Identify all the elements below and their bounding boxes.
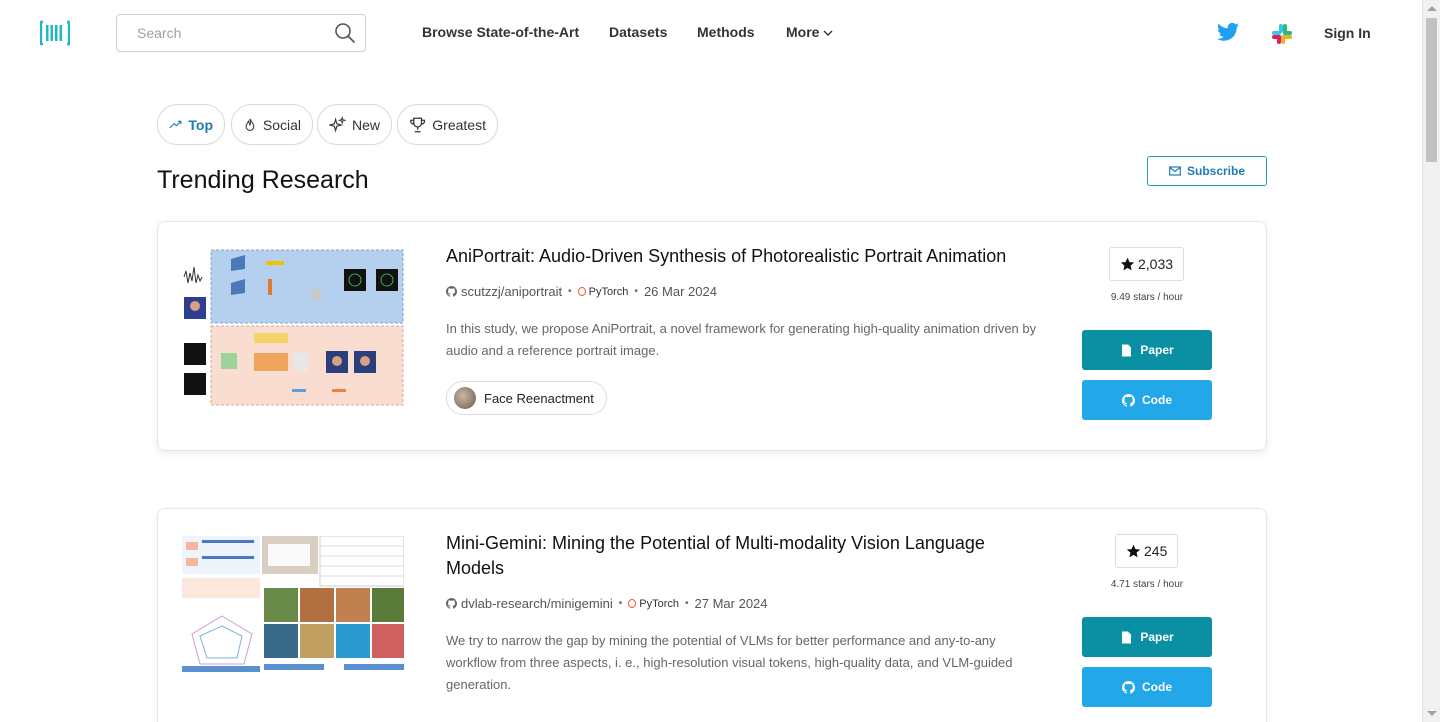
- sparkles-icon: [329, 115, 346, 133]
- subscribe-label: Subscribe: [1186, 164, 1246, 178]
- code-button-label: Code: [1142, 393, 1172, 407]
- filter-new[interactable]: New: [317, 104, 392, 145]
- paper-card: AniPortrait: Audio-Driven Synthesis of P…: [157, 221, 1267, 451]
- scroll-down-arrow-icon[interactable]: [1427, 711, 1437, 716]
- file-icon: [1122, 631, 1132, 643]
- nav-more[interactable]: More: [786, 24, 833, 40]
- star-count: 245: [1144, 543, 1168, 559]
- github-icon: [446, 286, 457, 297]
- star-count: 2,033: [1138, 256, 1174, 272]
- separator-dot: •: [568, 286, 572, 297]
- github-icon: [1122, 393, 1135, 407]
- paper-button[interactable]: Paper: [1082, 617, 1212, 657]
- filter-greatest[interactable]: Greatest: [397, 104, 498, 145]
- scrollbar-thumb[interactable]: [1426, 18, 1437, 162]
- page-title: Trending Research: [157, 166, 369, 194]
- star-icon: [1126, 544, 1141, 557]
- task-label: Face Reenactment: [484, 390, 594, 406]
- github-icon: [1122, 680, 1135, 694]
- star-count-badge: 245: [1115, 534, 1179, 568]
- envelope-icon: [1169, 166, 1181, 176]
- separator-dot: •: [685, 598, 689, 609]
- top-navbar: Browse State-of-the-Art Datasets Methods…: [0, 0, 1422, 66]
- paper-card: Mini-Gemini: Mining the Potential of Mul…: [157, 508, 1267, 722]
- filter-top-label: Top: [188, 116, 213, 133]
- repo-link[interactable]: scutzzj/aniportrait: [461, 284, 562, 299]
- scroll-up-arrow-icon[interactable]: [1427, 6, 1437, 11]
- slack-icon[interactable]: [1271, 23, 1293, 45]
- paper-title[interactable]: AniPortrait: Audio-Driven Synthesis of P…: [446, 244, 1036, 269]
- framework-badge: PyTorch: [578, 286, 629, 298]
- task-thumbnail: [454, 387, 476, 409]
- paper-meta: dvlab-research/minigemini • PyTorch • 27…: [446, 596, 768, 611]
- filter-social-label: Social: [262, 116, 301, 133]
- stars-per-hour: 4.71 stars / hour: [1110, 579, 1184, 590]
- filter-new-label: New: [351, 116, 380, 133]
- nav-browse-sota[interactable]: Browse State-of-the-Art: [422, 24, 579, 40]
- paper-button-label: Paper: [1140, 343, 1174, 357]
- paper-button-label: Paper: [1140, 630, 1174, 644]
- separator-dot: •: [618, 598, 623, 609]
- paper-abstract: We try to narrow the gap by mining the p…: [446, 633, 1013, 692]
- paper-title[interactable]: Mini-Gemini: Mining the Potential of Mul…: [446, 531, 1036, 581]
- code-button[interactable]: Code: [1082, 380, 1212, 420]
- code-button-label: Code: [1142, 680, 1172, 694]
- search-box: [116, 14, 366, 52]
- twitter-icon[interactable]: [1217, 22, 1239, 42]
- sign-in-link[interactable]: Sign In: [1324, 25, 1371, 41]
- paper-thumbnail[interactable]: [182, 536, 404, 681]
- separator-dot: •: [634, 286, 638, 297]
- filter-social[interactable]: Social: [231, 104, 313, 145]
- github-icon: [446, 598, 457, 609]
- task-badge[interactable]: Face Reenactment: [446, 381, 607, 415]
- page-scrollbar[interactable]: [1422, 0, 1440, 722]
- paper-date: 27 Mar 2024: [694, 596, 768, 611]
- paperswithcode-logo-icon[interactable]: [40, 20, 70, 46]
- paper-date: 26 Mar 2024: [643, 284, 717, 299]
- framework-badge: PyTorch: [628, 598, 679, 610]
- search-input[interactable]: [137, 25, 327, 41]
- paper-abstract: In this study, we propose AniPortrait, a…: [446, 321, 1037, 358]
- repo-link[interactable]: dvlab-research/minigemini: [461, 596, 613, 611]
- nav-more-label: More: [786, 24, 820, 40]
- star-icon: [1120, 257, 1135, 270]
- nav-methods[interactable]: Methods: [697, 24, 755, 40]
- filter-greatest-label: Greatest: [432, 116, 486, 133]
- file-icon: [1122, 344, 1132, 356]
- filter-top[interactable]: Top: [157, 104, 225, 145]
- trophy-icon: [410, 117, 426, 132]
- paper-thumbnail[interactable]: [182, 249, 404, 407]
- paper-meta: scutzzj/aniportrait • PyTorch • 26 Mar 2…: [446, 284, 717, 299]
- search-icon[interactable]: [334, 22, 356, 44]
- chevron-down-icon: [823, 30, 833, 37]
- stars-per-hour: 9.49 stars / hour: [1110, 292, 1184, 303]
- star-count-badge: 2,033: [1109, 247, 1185, 281]
- trending-up-icon: [169, 120, 182, 128]
- subscribe-button[interactable]: Subscribe: [1147, 156, 1267, 186]
- nav-datasets[interactable]: Datasets: [609, 24, 667, 40]
- code-button[interactable]: Code: [1082, 667, 1212, 707]
- paper-button[interactable]: Paper: [1082, 330, 1212, 370]
- flame-icon: [245, 118, 255, 131]
